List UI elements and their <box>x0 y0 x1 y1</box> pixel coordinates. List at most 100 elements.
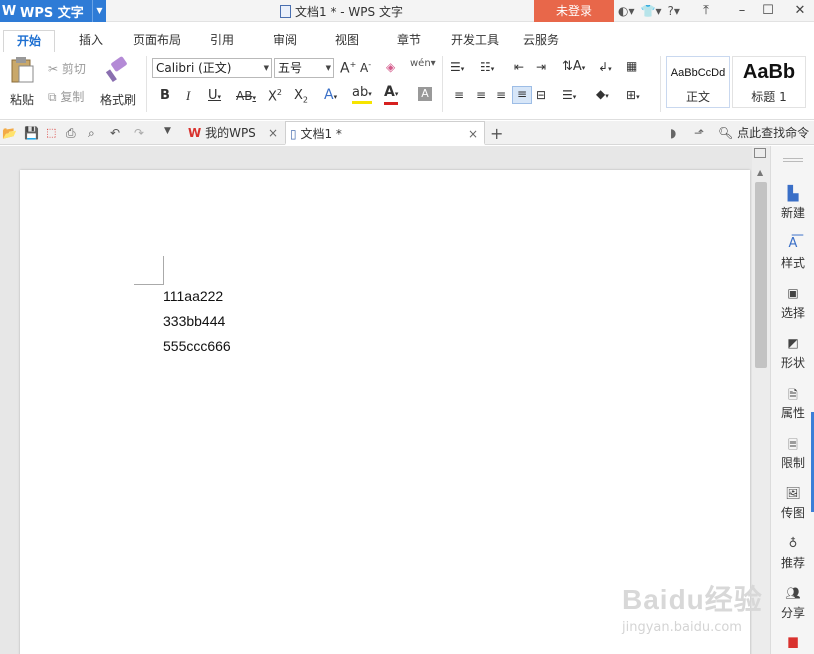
sort-icon[interactable]: ↲▾ <box>598 60 612 74</box>
bullet-list-icon[interactable]: ☰▾ <box>450 60 464 74</box>
print-preview-icon[interactable]: ⌕ <box>88 126 102 140</box>
login-button[interactable]: 未登录 <box>534 0 614 22</box>
split-view-icon[interactable] <box>754 148 766 158</box>
pane-item-styles[interactable]: A͞ 样式 <box>771 236 814 271</box>
highlight-icon[interactable]: ab▾ <box>352 86 372 104</box>
style-heading-1-name: 标题 1 <box>751 90 787 104</box>
style-heading-1-preview: AaBb <box>742 61 796 83</box>
minimize-button[interactable]: – <box>728 0 756 22</box>
font-name-select[interactable]: Calibri (正文) ▼ <box>152 58 272 78</box>
format-painter-button[interactable]: 格式刷 <box>98 56 138 108</box>
pane-item-new[interactable]: ▙ 新建 <box>771 186 814 221</box>
pane-handle[interactable] <box>783 158 803 162</box>
pane-item-shapes-label: 形状 <box>780 356 805 370</box>
pane-item-upload-image[interactable]: 🖼︎ 传图 <box>771 486 814 521</box>
undo-icon[interactable]: ↶ <box>110 126 124 140</box>
pane-item-properties[interactable]: 🗎 属性 <box>771 386 814 421</box>
pane-item-restrict[interactable]: 🗏 限制 <box>771 436 814 471</box>
collapse-ribbon-icon[interactable]: ◗ <box>670 126 684 140</box>
maximize-button[interactable]: ☐ <box>754 0 782 22</box>
pane-item-share[interactable]: 👥︎ 分享 <box>771 586 814 621</box>
paste-button[interactable]: 粘贴 <box>4 56 40 108</box>
baidu-watermark: Baidu经验 <box>622 584 763 615</box>
table-icon[interactable]: ▦ <box>626 59 637 73</box>
tab-page-layout[interactable]: 页面布局 <box>128 30 186 52</box>
align-right-icon[interactable]: ≡ <box>496 88 506 102</box>
text-effect-icon[interactable]: A▾ <box>324 87 337 103</box>
brush-icon <box>105 56 127 83</box>
underline-button[interactable]: U▾ <box>208 88 221 103</box>
paste-label: 粘贴 <box>9 93 34 107</box>
clear-format-icon[interactable]: ◈ <box>386 60 395 74</box>
pin-icon[interactable]: ⤒ <box>692 0 720 22</box>
app-menu-button[interactable]: W WPS 文字 ▼ <box>0 0 106 22</box>
line-spacing-icon[interactable]: ☰▾ <box>562 88 576 102</box>
font-color-icon[interactable]: A▾ <box>384 85 399 105</box>
text-direction-icon[interactable]: ⇅A▾ <box>562 59 585 74</box>
grow-font-icon[interactable]: A+ <box>340 60 356 77</box>
close-tab-icon[interactable]: × <box>468 122 478 146</box>
styles-icon: A͞ <box>788 236 798 251</box>
tab-insert[interactable]: 插入 <box>68 30 114 52</box>
help-icon[interactable]: ?▾ <box>667 4 679 18</box>
shading-icon[interactable]: ◆▾ <box>596 87 609 101</box>
command-search-label: 点此查找命令 <box>737 126 810 140</box>
customize-dropdown-icon[interactable]: ▼ <box>164 126 178 140</box>
document-line[interactable]: 555ccc666 <box>163 338 231 354</box>
decrease-indent-icon[interactable]: ⇤ <box>514 60 524 74</box>
new-tab-icon[interactable]: + <box>490 124 504 143</box>
distribute-icon[interactable]: ⊟ <box>536 88 546 102</box>
increase-indent-icon[interactable]: ⇥ <box>536 60 546 74</box>
font-size-select[interactable]: 五号 ▼ <box>274 58 334 78</box>
superscript-button[interactable]: X2 <box>268 88 282 104</box>
pane-item-recommend[interactable]: ♁ 推荐 <box>771 536 814 571</box>
shrink-font-icon[interactable]: A- <box>360 60 371 75</box>
share-users-icon: 👥︎ <box>785 586 801 600</box>
tab-start[interactable]: 开始 <box>3 30 55 52</box>
document-icon: ▯ <box>290 127 297 141</box>
tab-references[interactable]: 引用 <box>202 30 242 52</box>
export-pdf-icon[interactable]: ⬚ <box>46 126 60 140</box>
close-tab-icon[interactable]: × <box>268 121 278 145</box>
tab-my-wps[interactable]: W 我的WPS × <box>184 121 284 145</box>
tab-review[interactable]: 审阅 <box>264 30 306 52</box>
document-line[interactable]: 111aa222 <box>163 288 223 304</box>
italic-button[interactable]: I <box>186 88 190 104</box>
pane-item-select[interactable]: ▣ 选择 <box>771 286 814 321</box>
bold-button[interactable]: B <box>160 88 170 103</box>
shirt-icon[interactable]: 👕▾ <box>641 4 662 18</box>
justify-icon[interactable]: ≡ <box>512 86 532 104</box>
chevron-down-icon[interactable]: ▼ <box>92 0 106 22</box>
border-icon[interactable]: ⊞▾ <box>626 88 640 102</box>
copy-button[interactable]: ⧉ 复制 <box>48 88 84 105</box>
share-arrow-icon[interactable]: ⬏ <box>694 126 708 140</box>
strikethrough-button[interactable]: AB▾ <box>236 89 256 103</box>
style-heading-1[interactable]: AaBb 标题 1 <box>732 56 806 108</box>
open-folder-icon[interactable]: 📂 <box>2 126 17 140</box>
cut-button[interactable]: ✂ 剪切 <box>48 60 86 77</box>
toolbox-icon[interactable]: ▆ <box>771 634 814 652</box>
tab-view[interactable]: 视图 <box>326 30 368 52</box>
char-shading-icon[interactable]: A <box>418 87 432 101</box>
style-normal[interactable]: AaBbCcDd 正文 <box>666 56 730 108</box>
redo-icon[interactable]: ↷ <box>134 126 148 140</box>
tab-cloud[interactable]: 云服务 <box>518 30 564 52</box>
save-icon[interactable]: 💾 <box>24 126 39 140</box>
tab-developer[interactable]: 开发工具 <box>446 30 504 52</box>
print-icon[interactable]: ⎙ <box>66 126 80 140</box>
scroll-up-icon[interactable]: ▲ <box>757 168 763 177</box>
subscript-button[interactable]: X2 <box>294 88 308 105</box>
tab-document-1[interactable]: ▯ 文档1 * × <box>285 121 485 145</box>
align-left-icon[interactable]: ≡ <box>454 88 464 102</box>
align-center-icon[interactable]: ≡ <box>476 88 486 102</box>
command-search[interactable]: 🔍︎ 点此查找命令 <box>718 121 809 145</box>
phonetic-guide-icon[interactable]: wén▾ <box>410 58 436 69</box>
skin-icon[interactable]: ◐▾ <box>618 4 635 18</box>
pane-item-shapes[interactable]: ◩ 形状 <box>771 336 814 371</box>
document-line[interactable]: 333bb444 <box>163 313 225 329</box>
close-button[interactable]: ✕ <box>786 0 814 22</box>
style-normal-name: 正文 <box>685 90 710 104</box>
tab-chapter[interactable]: 章节 <box>388 30 430 52</box>
scroll-thumb[interactable] <box>755 182 767 368</box>
numbered-list-icon[interactable]: ☷▾ <box>480 60 494 74</box>
